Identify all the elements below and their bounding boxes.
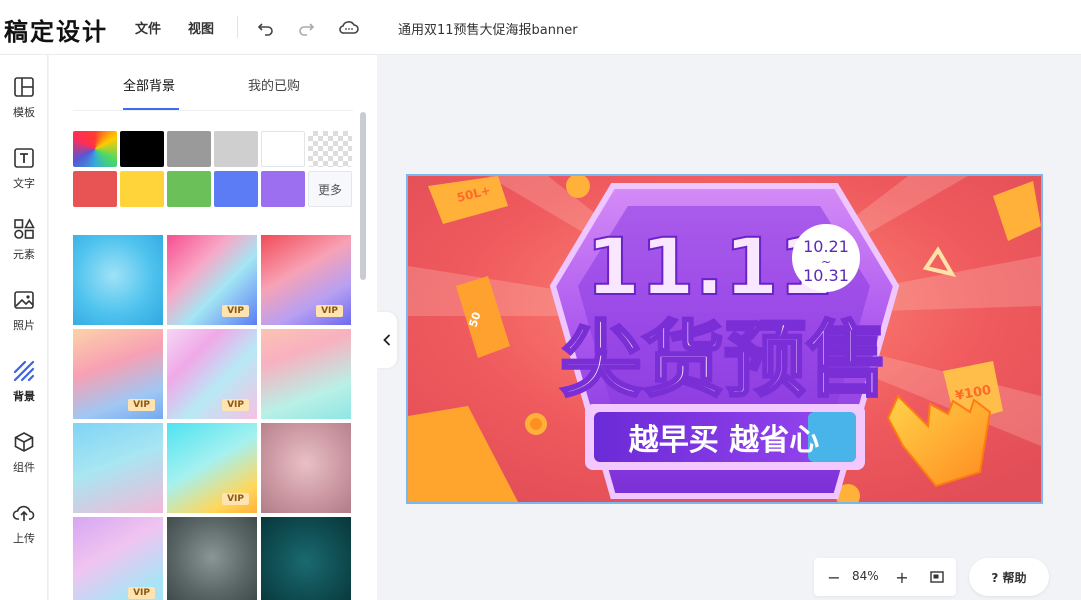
background-thumbnail[interactable]: VIP — [73, 329, 163, 419]
color-swatch-light-gray[interactable] — [214, 131, 258, 167]
sidebar-item-label: 上传 — [13, 532, 35, 545]
help-button[interactable]: ? 帮助 — [969, 558, 1049, 596]
template-icon — [12, 75, 36, 99]
photo-icon — [12, 288, 36, 312]
background-thumbnail[interactable]: VIP — [73, 517, 163, 600]
background-thumbnail[interactable]: VIP — [167, 423, 257, 513]
coin-inner — [530, 418, 542, 430]
upload-icon — [12, 501, 36, 525]
background-thumbnail[interactable]: VIP — [167, 235, 257, 325]
background-thumbnail[interactable]: VIP — [167, 329, 257, 419]
background-thumbnail[interactable] — [73, 235, 163, 325]
zoom-level[interactable]: 84% — [852, 569, 879, 583]
background-thumbnail[interactable] — [261, 517, 351, 600]
sidebar-item-background[interactable]: 背景 — [0, 359, 48, 419]
background-thumbnail[interactable] — [167, 517, 257, 600]
vip-badge: VIP — [222, 305, 249, 317]
more-colors-button[interactable]: 更多 — [308, 171, 352, 207]
top-bar: 稿定设计 文件 视图 通用双11预售大促海报banner — [0, 0, 1081, 55]
document-title[interactable]: 通用双11预售大促海报banner — [398, 19, 578, 38]
sidebar-item-text[interactable]: 文字 — [0, 146, 48, 206]
sidebar-item-label: 文字 — [13, 177, 35, 190]
sidebar-item-components[interactable]: 组件 — [0, 430, 48, 490]
active-tab-indicator — [123, 108, 179, 110]
sidebar-item-upload[interactable]: 上传 — [0, 501, 48, 561]
sidebar-item-templates[interactable]: 模板 — [0, 75, 48, 135]
vip-badge: VIP — [316, 305, 343, 317]
vip-badge: VIP — [222, 399, 249, 411]
color-swatch-blue[interactable] — [214, 171, 258, 207]
background-panel: 全部背景 我的已购 更多 VIP VIP VIP VIP VIP VIP — [49, 55, 377, 600]
color-swatch-red[interactable] — [73, 171, 117, 207]
color-swatch-black[interactable] — [120, 131, 164, 167]
zoom-in-button[interactable]: + — [892, 567, 912, 587]
sidebar-item-elements[interactable]: 元素 — [0, 217, 48, 277]
chevron-left-icon — [383, 334, 391, 346]
left-sidebar: 模板 文字 元素 照片 背景 组件 上传 — [0, 55, 48, 600]
background-thumbnail[interactable] — [261, 329, 351, 419]
sidebar-item-label: 元素 — [13, 248, 35, 261]
promo-banner: 50L+ 50 ¥100 11.11 10.21 ~ 10.31 尖货预售 越早… — [408, 176, 1041, 502]
color-swatch-gray[interactable] — [167, 131, 211, 167]
vip-badge: VIP — [222, 493, 249, 505]
sidebar-item-label: 照片 — [13, 319, 35, 332]
cloud-save-icon[interactable] — [337, 15, 361, 39]
color-swatch-transparent[interactable] — [308, 131, 352, 167]
zoom-out-button[interactable]: − — [824, 567, 844, 587]
undo-icon[interactable] — [254, 15, 278, 39]
fit-screen-icon[interactable] — [927, 567, 947, 587]
elements-icon — [12, 217, 36, 241]
color-swatch-rainbow[interactable] — [73, 131, 117, 167]
background-thumbnail[interactable] — [73, 423, 163, 513]
date-range-end: 10.31 — [803, 266, 849, 285]
slogan-text: 越早买 越省心 — [629, 423, 819, 458]
tab-all-backgrounds[interactable]: 全部背景 — [123, 75, 175, 94]
color-swatch-white[interactable] — [261, 131, 305, 167]
sidebar-item-label: 组件 — [13, 461, 35, 474]
collapse-panel-button[interactable] — [377, 312, 397, 368]
color-swatch-green[interactable] — [167, 171, 211, 207]
app-logo[interactable]: 稿定设计 — [4, 12, 108, 47]
panel-scrollbar[interactable] — [360, 112, 366, 280]
zoom-controls: − 84% + — [814, 558, 956, 596]
component-icon — [12, 430, 36, 454]
color-swatch-purple[interactable] — [261, 171, 305, 207]
header-divider — [237, 16, 238, 38]
redo-icon[interactable] — [294, 15, 318, 39]
menu-view[interactable]: 视图 — [188, 18, 214, 37]
background-thumbnail[interactable] — [261, 423, 351, 513]
color-swatch-yellow[interactable] — [120, 171, 164, 207]
headline-text: 尖货预售 — [560, 313, 888, 408]
background-icon — [12, 359, 36, 383]
panel-tabs: 全部背景 我的已购 — [73, 55, 353, 111]
vip-badge: VIP — [128, 587, 155, 599]
design-canvas[interactable]: 50L+ 50 ¥100 11.11 10.21 ~ 10.31 尖货预售 越早… — [406, 174, 1043, 504]
vip-badge: VIP — [128, 399, 155, 411]
sidebar-item-label: 模板 — [13, 106, 35, 119]
background-thumbnail[interactable]: VIP — [261, 235, 351, 325]
menu-file[interactable]: 文件 — [135, 18, 161, 37]
sidebar-item-label: 背景 — [13, 390, 35, 403]
tab-my-purchased[interactable]: 我的已购 — [248, 75, 300, 94]
text-icon — [12, 146, 36, 170]
sidebar-item-photos[interactable]: 照片 — [0, 288, 48, 348]
date-range-start: 10.21 — [803, 237, 849, 256]
